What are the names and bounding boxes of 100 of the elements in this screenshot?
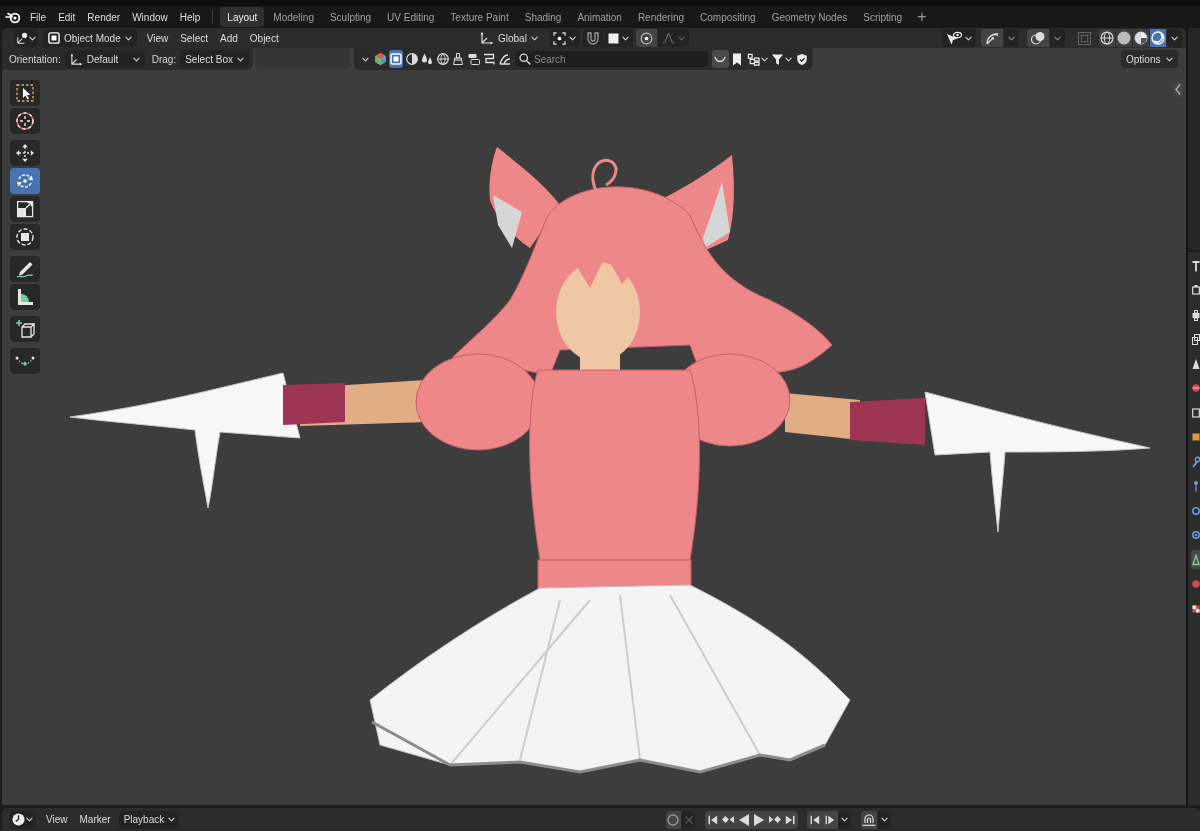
- square-icon: [1192, 431, 1200, 443]
- tool-button[interactable]: [10, 348, 40, 374]
- shading-mode-button[interactable]: [1099, 29, 1115, 47]
- menu-item[interactable]: Select: [174, 29, 214, 47]
- menu-item[interactable]: Window: [126, 8, 174, 26]
- arc-toggle-button[interactable]: [711, 50, 729, 68]
- color-filter-button[interactable]: [373, 50, 388, 68]
- orientation-dropdown[interactable]: Default: [64, 50, 145, 68]
- workspace-tab[interactable]: Layout: [220, 7, 265, 27]
- menu-item[interactable]: Object: [243, 29, 285, 47]
- next-keyframe-button[interactable]: [767, 810, 783, 829]
- caret-icon: [26, 817, 33, 822]
- shading-mode-button[interactable]: [1133, 29, 1149, 47]
- workspace-tab[interactable]: Scripting: [856, 7, 910, 27]
- tool-button[interactable]: [10, 196, 40, 222]
- filter-toggle[interactable]: [451, 50, 465, 68]
- menu-item[interactable]: Add: [214, 29, 244, 47]
- properties-tab[interactable]: [1191, 550, 1200, 569]
- tool-button[interactable]: [10, 316, 40, 342]
- filter-toggle[interactable]: [389, 50, 403, 68]
- crosshair-circle-icon: [15, 111, 35, 131]
- caret-icon: [132, 56, 140, 62]
- ring-dot-icon: [639, 31, 653, 45]
- transform-orientation-dropdown[interactable]: Global: [474, 29, 543, 47]
- play-reverse-button[interactable]: [736, 810, 752, 829]
- add-workspace-button[interactable]: +: [911, 7, 933, 27]
- caret-icon: [236, 56, 244, 62]
- images-icon: [1192, 333, 1200, 345]
- workspace-tab[interactable]: Modeling: [266, 7, 321, 27]
- step-back-button[interactable]: [807, 810, 823, 829]
- workspace-tab[interactable]: Geometry Nodes: [764, 7, 855, 27]
- shading-mode-button[interactable]: [1150, 29, 1166, 47]
- ring-icon: [1192, 504, 1200, 517]
- auto-key-button[interactable]: [861, 810, 877, 829]
- menu-item[interactable]: File: [24, 8, 53, 26]
- editor-type-button[interactable]: [14, 29, 38, 47]
- tool-button[interactable]: [10, 140, 40, 166]
- workspace-tab[interactable]: Rendering: [630, 7, 692, 27]
- overlays-toggle-button[interactable]: [1027, 29, 1049, 47]
- tool-button[interactable]: [10, 284, 40, 310]
- bell-curve-icon: [661, 32, 675, 44]
- menu-item[interactable]: Help: [173, 8, 207, 26]
- arch-icon: [861, 813, 876, 826]
- frame-options-button[interactable]: [838, 810, 852, 829]
- menu-item[interactable]: Render: [81, 8, 127, 26]
- menu-item[interactable]: View: [140, 29, 175, 47]
- shading-options-button[interactable]: [1167, 29, 1182, 47]
- search-field[interactable]: Search: [515, 51, 708, 67]
- caret-icon: [785, 56, 792, 62]
- orientation-label: Orientation:: [9, 53, 61, 65]
- gizmo-toggle-button[interactable]: [981, 29, 1003, 47]
- tool-button[interactable]: [10, 108, 40, 134]
- filter-toggle[interactable]: [435, 50, 450, 68]
- caret-icon: [361, 56, 369, 62]
- clock-icon: [12, 813, 25, 826]
- workspace-tab[interactable]: Texture Paint: [443, 7, 516, 27]
- pivot-point-button[interactable]: [548, 29, 580, 47]
- snap-toggle-button[interactable]: [582, 29, 603, 47]
- half-shaded-sphere-icon: [1134, 31, 1148, 45]
- caret-icon: [168, 817, 176, 822]
- workspace-tab[interactable]: Compositing: [693, 7, 763, 27]
- workspace-tab[interactable]: Animation: [570, 7, 629, 27]
- timeline-editor-button[interactable]: [10, 810, 35, 829]
- color-hexagon-icon: [374, 52, 387, 66]
- filter-toggle[interactable]: [404, 50, 419, 68]
- square-icon: [390, 53, 402, 65]
- caret-icon: [568, 35, 576, 41]
- shading-mode-button[interactable]: [1116, 29, 1132, 47]
- proportional-editing-button[interactable]: [635, 29, 657, 47]
- drag-dropdown[interactable]: Select Box: [180, 50, 249, 68]
- four-arrows-icon: [15, 143, 35, 163]
- snap-target-button[interactable]: [603, 29, 633, 47]
- xray-toggle-button[interactable]: [1076, 29, 1093, 47]
- box-icon: [1192, 406, 1200, 419]
- add-cube-icon: [15, 319, 35, 339]
- mode-dropdown[interactable]: Object Mode: [43, 29, 137, 47]
- caret-icon: [841, 817, 849, 822]
- arc-icon: [714, 55, 726, 63]
- visibility-button[interactable]: [942, 29, 976, 47]
- tool-button[interactable]: [10, 256, 40, 282]
- record-button[interactable]: [665, 810, 682, 829]
- menu-item[interactable]: View: [40, 810, 74, 829]
- tool-button[interactable]: [10, 224, 40, 250]
- workspace-tab[interactable]: Shading: [517, 7, 569, 27]
- sphere-icon: [1192, 578, 1200, 590]
- workspace-tab[interactable]: Sculpting: [322, 7, 379, 27]
- playback-dropdown[interactable]: Playback: [118, 810, 179, 829]
- triangle-icon: [1192, 553, 1200, 566]
- workspace-tab[interactable]: UV Editing: [380, 7, 442, 27]
- auto-key-options-button[interactable]: [877, 810, 891, 829]
- bracket-dot-icon: [552, 31, 566, 45]
- tool-button[interactable]: [10, 80, 40, 106]
- square-icon: [48, 32, 60, 44]
- funnel-icon: [771, 52, 784, 66]
- eye-cursor-icon: [946, 31, 962, 45]
- options-dropdown[interactable]: Options: [1121, 50, 1178, 68]
- sidebar-toggle-button[interactable]: [1173, 82, 1183, 97]
- jump-start-button[interactable]: [705, 810, 721, 829]
- menu-item[interactable]: Marker: [73, 810, 117, 829]
- menu-item[interactable]: Edit: [52, 8, 82, 26]
